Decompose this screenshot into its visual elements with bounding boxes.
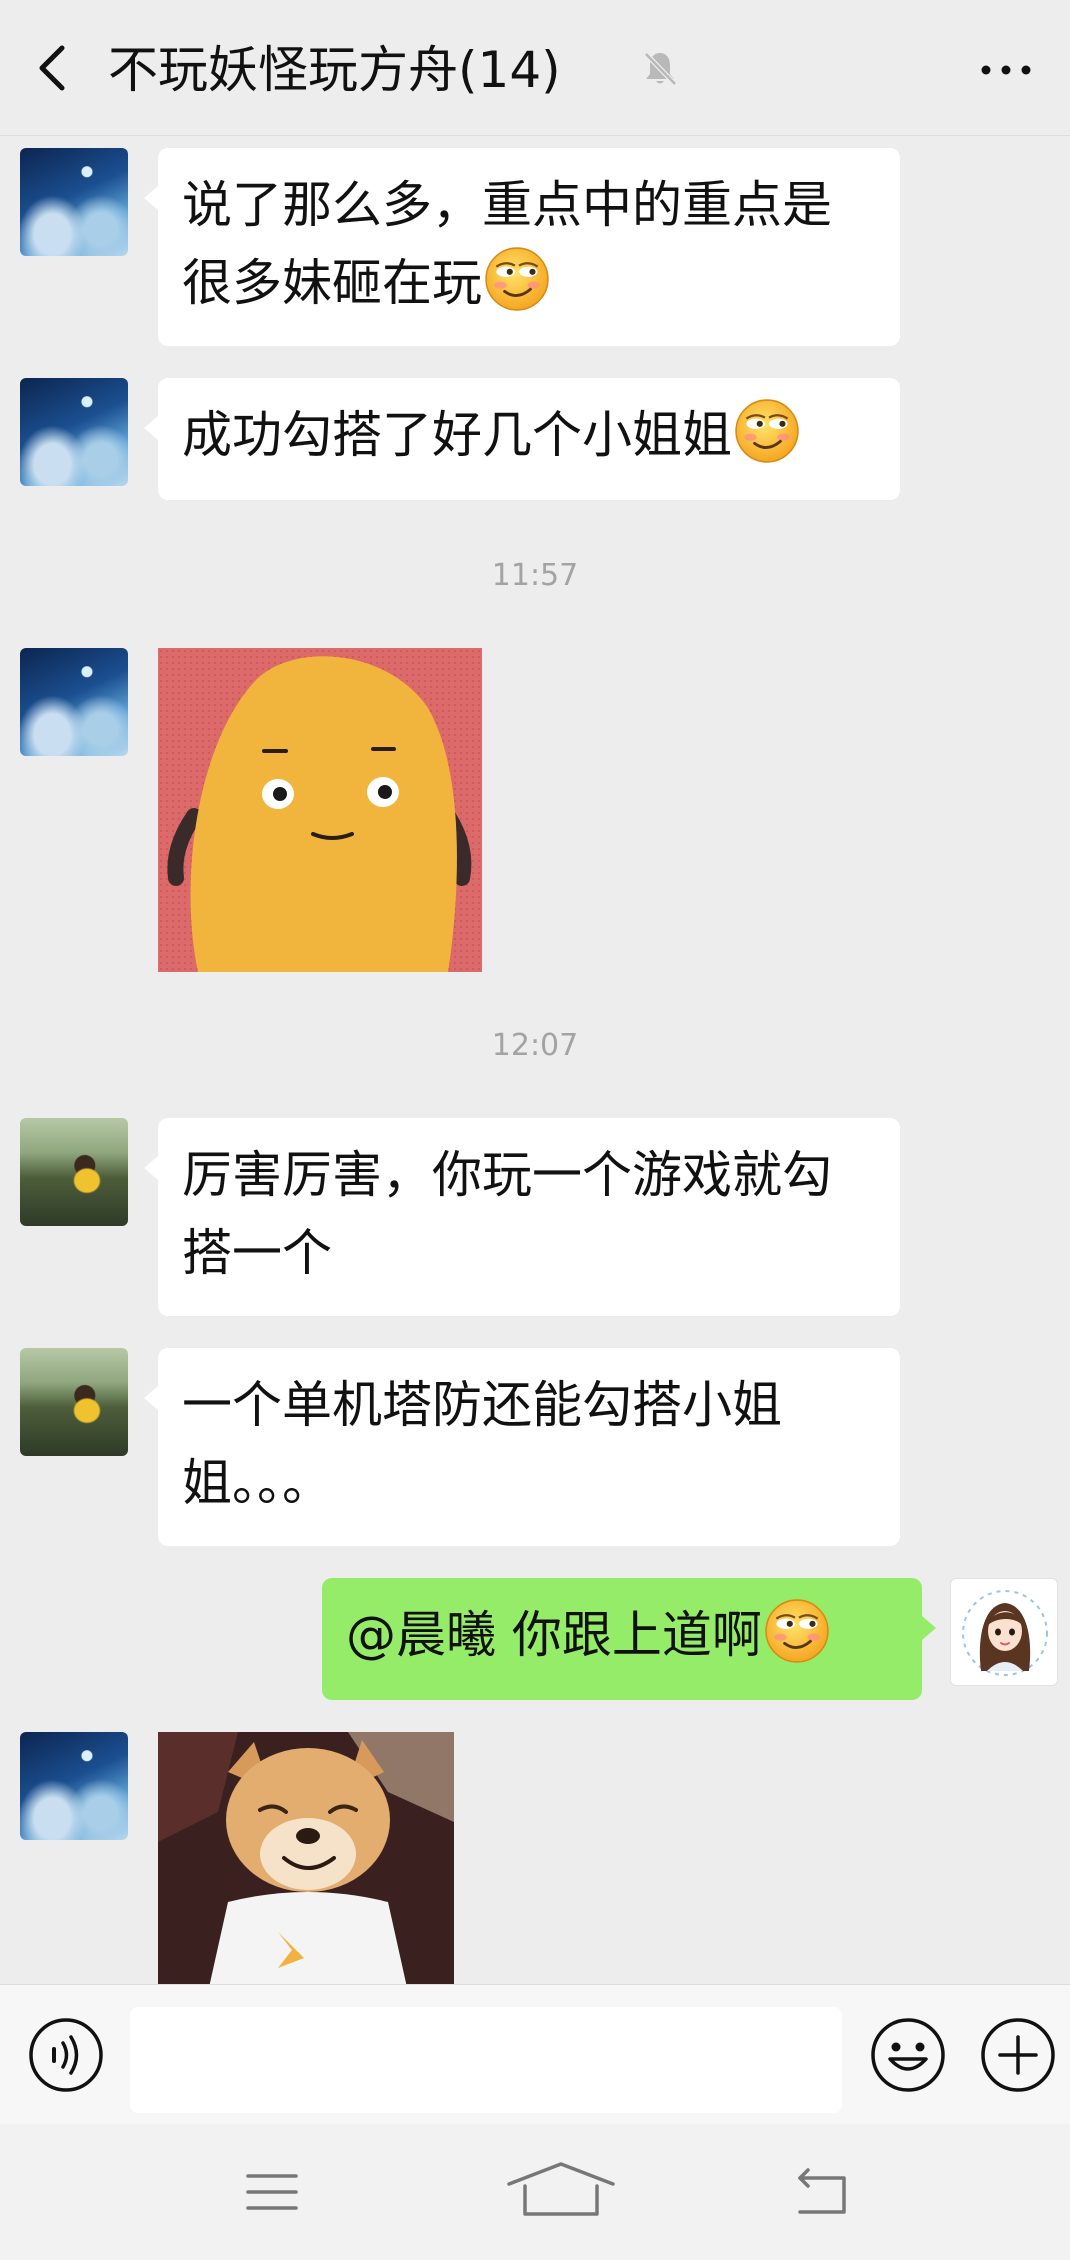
system-nav-bar bbox=[0, 2124, 1070, 2260]
voice-button[interactable] bbox=[28, 2017, 104, 2093]
chat-header: 不玩妖怪玩方舟(14) bbox=[0, 0, 1070, 136]
my-avatar[interactable] bbox=[950, 1578, 1058, 1686]
emoji-icon bbox=[871, 2018, 945, 2092]
chevron-left-icon bbox=[39, 45, 65, 91]
voice-icon bbox=[29, 2018, 103, 2092]
plus-icon bbox=[981, 2018, 1055, 2092]
message-bubble[interactable]: 说了那么多，重点中的重点是很多妹砸在玩 bbox=[144, 148, 900, 346]
my-message-bubble[interactable]: @晨曦 你跟上道啊 bbox=[322, 1578, 936, 1700]
message-bubble[interactable]: 一个单机塔防还能勾搭小姐姐。。。 bbox=[144, 1348, 900, 1546]
avatar[interactable] bbox=[20, 648, 128, 756]
smirk-emoji-icon bbox=[484, 246, 550, 312]
message-bubble[interactable]: 厉害厉害，你玩一个游戏就勾搭一个 bbox=[144, 1118, 900, 1316]
shiba-dog-sticker[interactable] bbox=[158, 1732, 454, 1984]
back-button[interactable] bbox=[28, 40, 78, 96]
menu-icon bbox=[246, 2174, 298, 2210]
message-text: 一个单机塔防还能勾搭小姐姐。。。 bbox=[182, 1376, 782, 1512]
menu-button[interactable] bbox=[244, 2168, 300, 2216]
smirk-emoji-icon bbox=[764, 1598, 830, 1664]
home-button[interactable] bbox=[505, 2160, 617, 2220]
emoji-button[interactable] bbox=[868, 2015, 948, 2095]
message-text: 厉害厉害，你玩一个游戏就勾搭一个 bbox=[182, 1146, 832, 1282]
more-button[interactable] bbox=[978, 50, 1034, 90]
message-list[interactable]: 说了那么多，重点中的重点是很多妹砸在玩 成功勾搭了好几个小姐姐 11:57 12… bbox=[0, 136, 1070, 1984]
back-arrow-icon bbox=[798, 2168, 846, 2214]
more-dots-icon bbox=[981, 65, 1031, 75]
home-icon bbox=[507, 2162, 615, 2216]
message-input[interactable] bbox=[130, 2007, 842, 2113]
timestamp: 11:57 bbox=[491, 558, 579, 593]
message-text: @晨曦 你跟上道啊 bbox=[346, 1606, 762, 1664]
bell-muted-icon bbox=[642, 50, 678, 88]
avatar[interactable] bbox=[20, 1732, 128, 1840]
avatar[interactable] bbox=[20, 1118, 128, 1226]
group-title[interactable]: 不玩妖怪玩方舟(14) bbox=[108, 34, 561, 106]
back-nav-button[interactable] bbox=[794, 2164, 850, 2220]
message-text: 成功勾搭了好几个小姐姐 bbox=[182, 406, 732, 464]
plus-button[interactable] bbox=[978, 2015, 1058, 2095]
input-bar bbox=[0, 1984, 1070, 2125]
message-bubble[interactable]: 成功勾搭了好几个小姐姐 bbox=[144, 378, 900, 500]
avatar[interactable] bbox=[20, 378, 128, 486]
avatar[interactable] bbox=[20, 1348, 128, 1456]
avatar[interactable] bbox=[20, 148, 128, 256]
smirk-emoji-icon bbox=[734, 398, 800, 464]
potato-sticker[interactable] bbox=[158, 648, 482, 972]
timestamp: 12:07 bbox=[491, 1028, 579, 1063]
